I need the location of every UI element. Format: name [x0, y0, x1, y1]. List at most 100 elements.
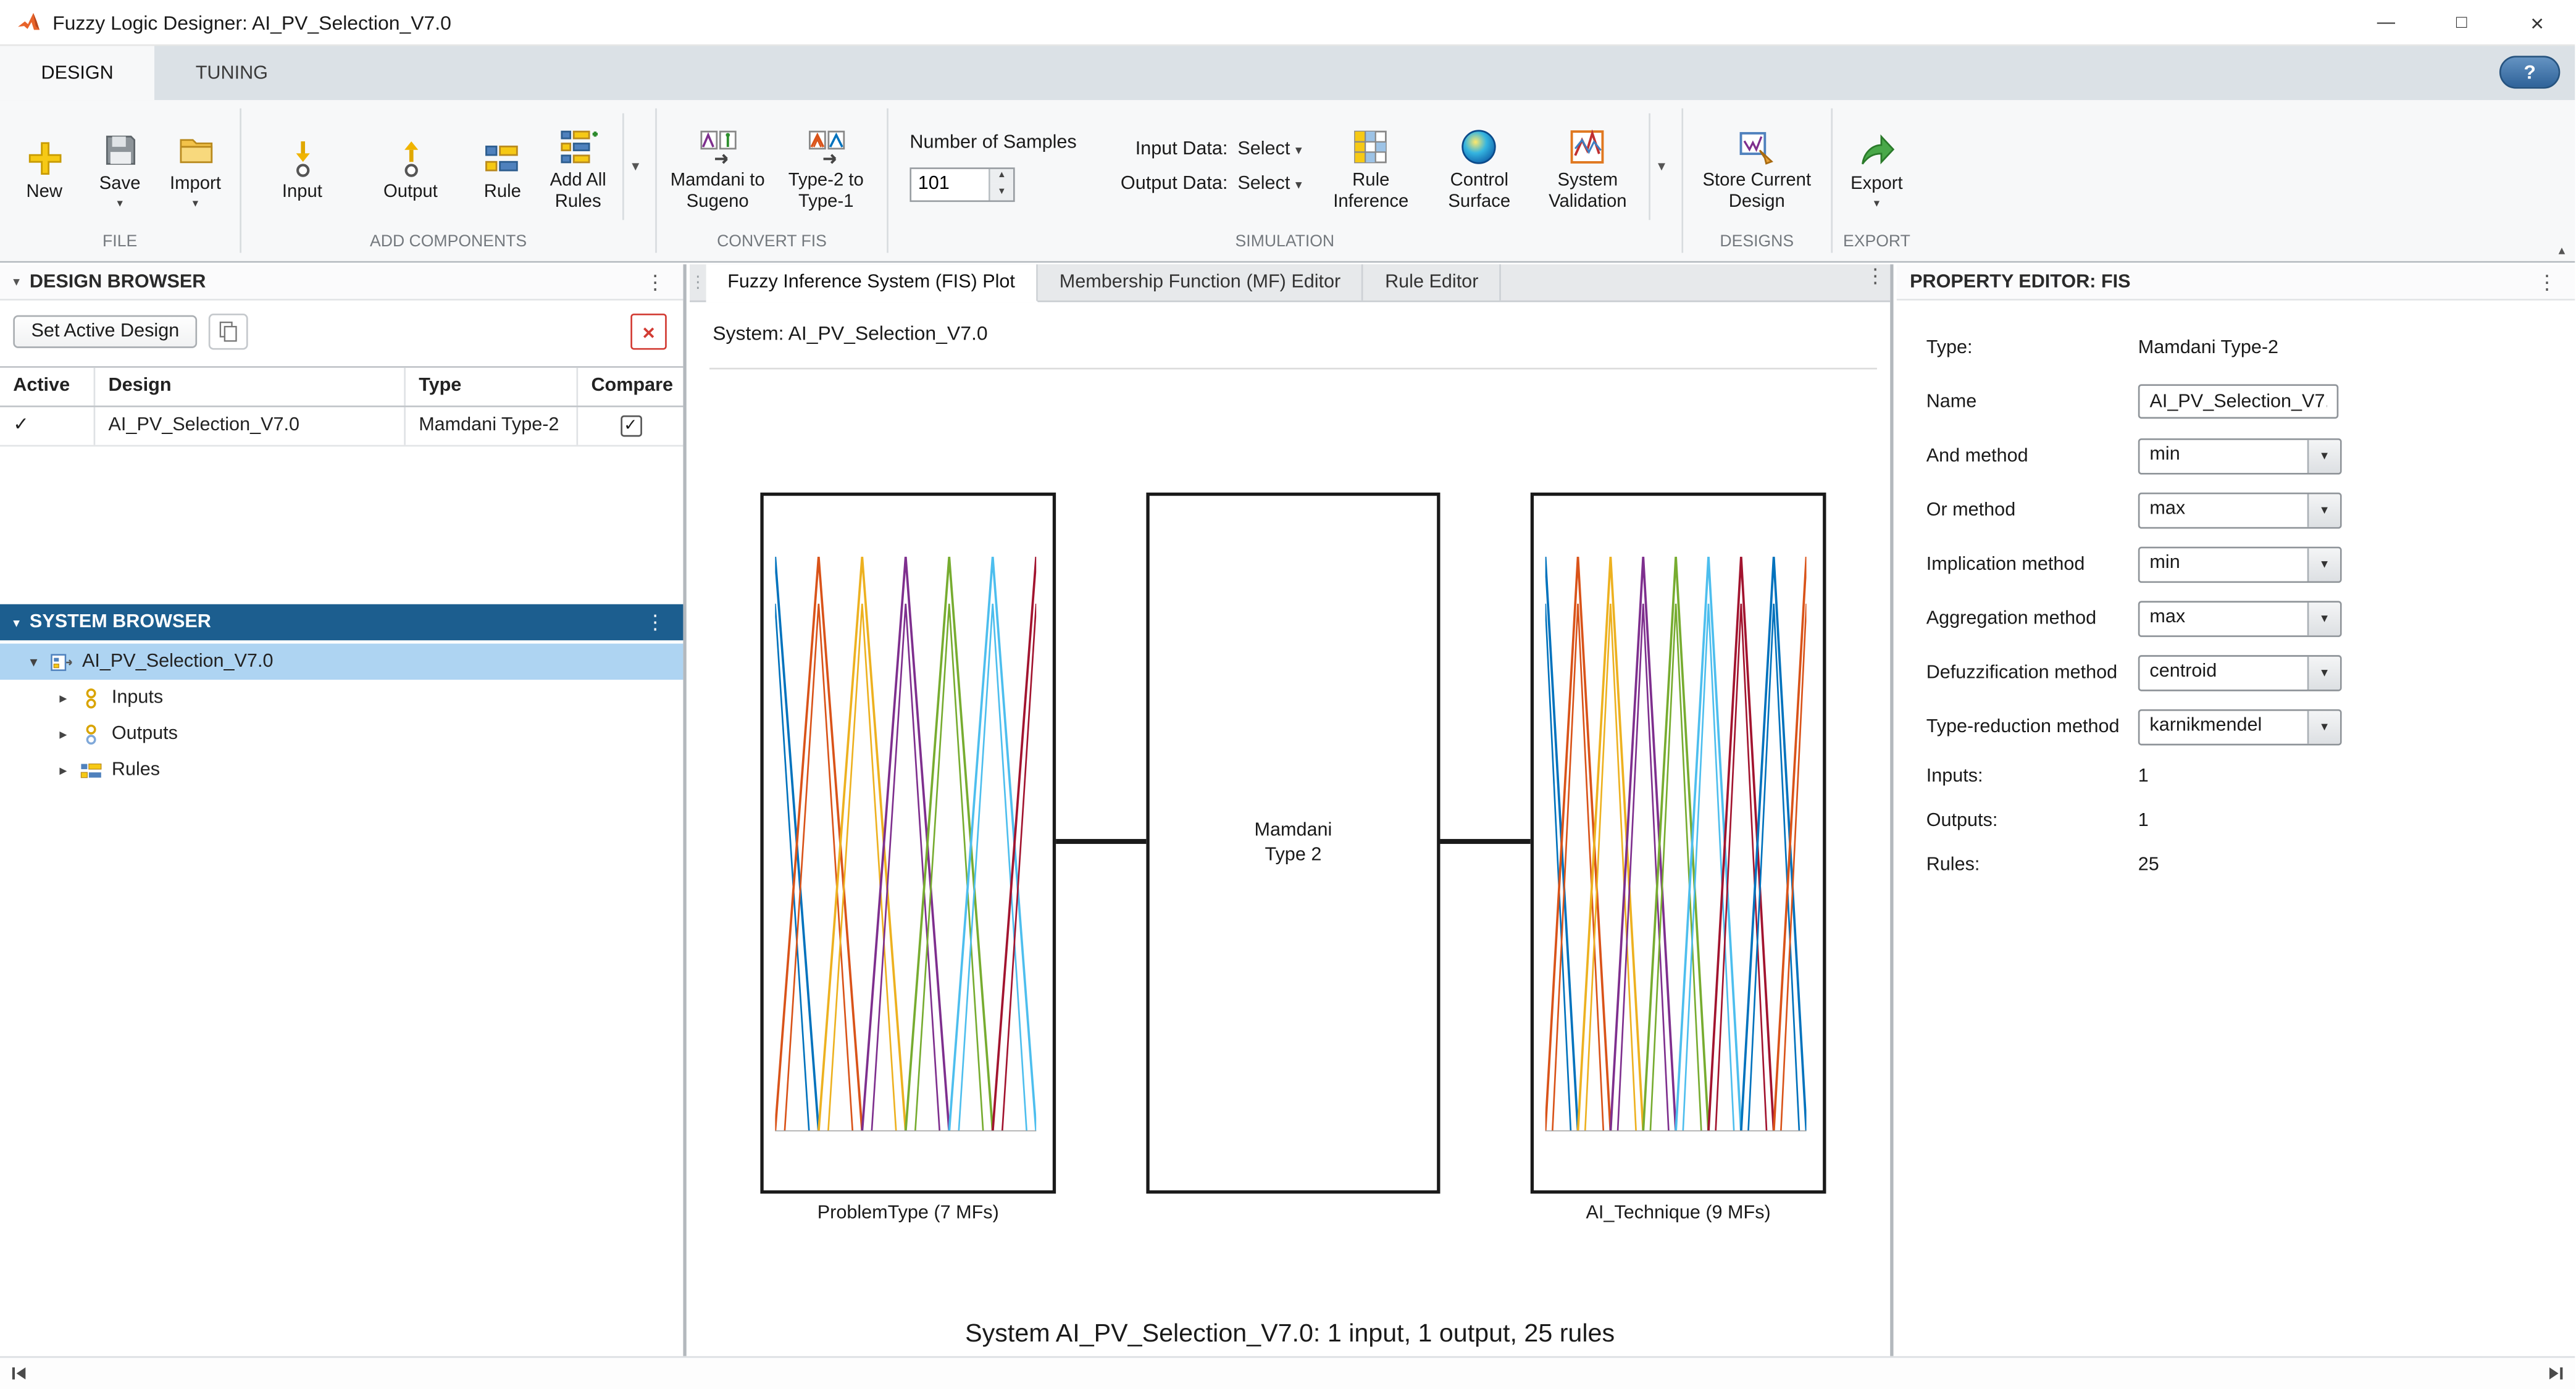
minimize-button[interactable]: —: [2348, 0, 2423, 44]
rule-inference-button[interactable]: Rule Inference: [1318, 120, 1423, 213]
section-label-simulation: SIMULATION: [889, 230, 1681, 259]
document-menu-icon[interactable]: ⋮: [1860, 264, 1890, 301]
scroll-to-start-icon[interactable]: [10, 1364, 28, 1382]
section-label-export: EXPORT: [1833, 230, 1922, 259]
design-name-cell: AI_PV_Selection_V7.0: [95, 407, 406, 445]
design-browser-title: DESIGN BROWSER: [30, 272, 206, 291]
or-method-select[interactable]: max ▾: [2138, 492, 2342, 528]
pe-row-outputs: Outputs: 1: [1897, 798, 2575, 843]
caret-down-icon[interactable]: ▾: [27, 653, 41, 670]
output-variable-label: AI_Technique (9 MFs): [1531, 1203, 1826, 1223]
chevron-down-icon: ▾: [2307, 493, 2340, 526]
tab-rule-editor[interactable]: Rule Editor: [1364, 264, 1502, 301]
fis-inference-box[interactable]: Mamdani Type 2: [1146, 493, 1440, 1194]
ribbon-section-add-components: Input Output Rule Add All Rules ▾ ADD CO…: [241, 100, 655, 261]
tab-design[interactable]: DESIGN: [0, 46, 154, 100]
spin-up-icon[interactable]: ▲: [990, 169, 1013, 184]
tree-node-outputs[interactable]: ▸ Outputs: [0, 716, 683, 753]
control-surface-button[interactable]: Control Surface: [1427, 120, 1532, 213]
copy-icon: [217, 320, 240, 343]
implication-method-select[interactable]: min ▾: [2138, 546, 2342, 582]
app-window: Fuzzy Logic Designer: AI_PV_Selection_V7…: [0, 0, 2575, 1389]
active-check: ✓: [0, 407, 95, 445]
type2-to-type1-icon: [806, 127, 847, 167]
number-of-samples-stepper[interactable]: ▲ ▼: [910, 167, 1014, 201]
import-button[interactable]: Import ▾: [159, 123, 232, 211]
panel-grip-icon[interactable]: ⋮: [690, 264, 706, 301]
number-of-samples-block: Number of Samples ▲ ▼: [910, 132, 1076, 201]
scroll-to-end-icon[interactable]: [2547, 1364, 2565, 1382]
system-browser-title: SYSTEM BROWSER: [30, 612, 211, 632]
panel-menu-icon[interactable]: ⋮: [640, 611, 670, 633]
spin-down-icon[interactable]: ▼: [990, 184, 1013, 199]
fis-connector-right: [1440, 839, 1530, 844]
tab-mf-editor[interactable]: Membership Function (MF) Editor: [1038, 264, 1363, 301]
fis-output-variable-box[interactable]: [1531, 493, 1826, 1194]
save-button[interactable]: Save ▾: [84, 123, 156, 211]
column-active[interactable]: Active: [0, 368, 95, 406]
collapse-caret-icon[interactable]: ▾: [13, 615, 20, 630]
delete-design-button[interactable]: ×: [630, 314, 667, 350]
caret-right-icon[interactable]: ▸: [56, 761, 70, 779]
type-reduction-method-select[interactable]: karnikmendel ▾: [2138, 709, 2342, 745]
mamdani-to-sugeno-icon: [697, 127, 738, 167]
rules-count: 25: [2138, 854, 2159, 874]
column-design[interactable]: Design: [95, 368, 406, 406]
design-browser-panel: ▾ DESIGN BROWSER ⋮ Set Active Design × A…: [0, 264, 687, 1356]
output-data-select[interactable]: Select ▾: [1237, 174, 1302, 194]
type2-to-type1-button[interactable]: Type-2 to Type-1: [774, 120, 879, 213]
aggregation-method-select[interactable]: max ▾: [2138, 600, 2342, 636]
section-label-designs: DESIGNS: [1683, 230, 1831, 259]
close-button[interactable]: ×: [2499, 0, 2575, 44]
store-current-design-button[interactable]: Store Current Design: [1691, 120, 1823, 213]
add-input-button[interactable]: Input: [249, 130, 354, 202]
document-panel: ⋮ Fuzzy Inference System (FIS) Plot Memb…: [690, 264, 1893, 1356]
help-button[interactable]: ?: [2499, 56, 2560, 88]
collapse-ribbon-icon[interactable]: ▴: [2559, 243, 2566, 258]
add-rule-button[interactable]: Rule: [466, 130, 538, 202]
add-output-button[interactable]: Output: [358, 130, 463, 202]
caret-right-icon[interactable]: ▸: [56, 689, 70, 707]
defuzzification-method-select[interactable]: centroid ▾: [2138, 654, 2342, 691]
chevron-down-icon: ▾: [117, 199, 122, 211]
mamdani-to-sugeno-button[interactable]: Mamdani to Sugeno: [665, 120, 770, 213]
tab-fis-plot[interactable]: Fuzzy Inference System (FIS) Plot: [706, 264, 1039, 302]
caret-right-icon[interactable]: ▸: [56, 725, 70, 743]
design-table-row[interactable]: ✓ AI_PV_Selection_V7.0 Mamdani Type-2 ✓: [0, 407, 683, 447]
chevron-down-icon: ▾: [2307, 548, 2340, 580]
set-active-design-button[interactable]: Set Active Design: [13, 315, 197, 348]
property-editor-form: Type: Mamdani Type-2 Name And method min…: [1897, 301, 2575, 886]
tree-node-rules[interactable]: ▸ Rules: [0, 752, 683, 788]
add-all-rules-button[interactable]: Add All Rules: [542, 120, 614, 213]
ribbon-toolstrip: New Save ▾ Import ▾ FILE: [0, 100, 2575, 262]
panel-menu-icon[interactable]: ⋮: [640, 270, 670, 293]
property-editor-title: PROPERTY EDITOR: FIS: [1910, 272, 2130, 291]
fis-input-variable-box[interactable]: [760, 493, 1056, 1194]
panel-menu-icon[interactable]: ⋮: [2532, 270, 2562, 293]
simulation-gallery-button[interactable]: ▾: [1649, 114, 1673, 220]
column-type[interactable]: Type: [406, 368, 578, 406]
and-method-select[interactable]: min ▾: [2138, 438, 2342, 474]
input-data-select[interactable]: Select ▾: [1237, 140, 1302, 159]
samples-input[interactable]: [911, 169, 989, 200]
export-button[interactable]: Export ▾: [1841, 123, 1913, 211]
collapse-caret-icon[interactable]: ▾: [13, 274, 20, 289]
copy-design-button[interactable]: [209, 314, 248, 350]
system-validation-button[interactable]: System Validation: [1535, 120, 1640, 213]
tree-node-inputs[interactable]: ▸ Inputs: [0, 680, 683, 716]
system-validation-icon: [1567, 127, 1608, 167]
compare-checkbox[interactable]: ✓: [620, 415, 642, 437]
section-label-file: FILE: [0, 230, 240, 259]
add-components-gallery-button[interactable]: ▾: [622, 114, 647, 220]
tree-node-fis-root[interactable]: ▾ AI_PV_Selection_V7.0: [0, 644, 683, 680]
maximize-button[interactable]: □: [2424, 0, 2499, 44]
new-button[interactable]: New: [8, 130, 80, 202]
pe-row-type-reduction-method: Type-reduction method karnikmendel ▾: [1897, 699, 2575, 754]
tab-tuning[interactable]: TUNING: [154, 46, 309, 100]
name-field[interactable]: [2138, 384, 2338, 419]
column-compare[interactable]: Compare: [578, 368, 683, 406]
outputs-icon: [79, 722, 104, 746]
input-data-row: Input Data: Select ▾: [1106, 140, 1302, 159]
inference-label: Mamdani Type 2: [1255, 819, 1332, 867]
design-browser-toolbar: Set Active Design ×: [0, 301, 683, 360]
